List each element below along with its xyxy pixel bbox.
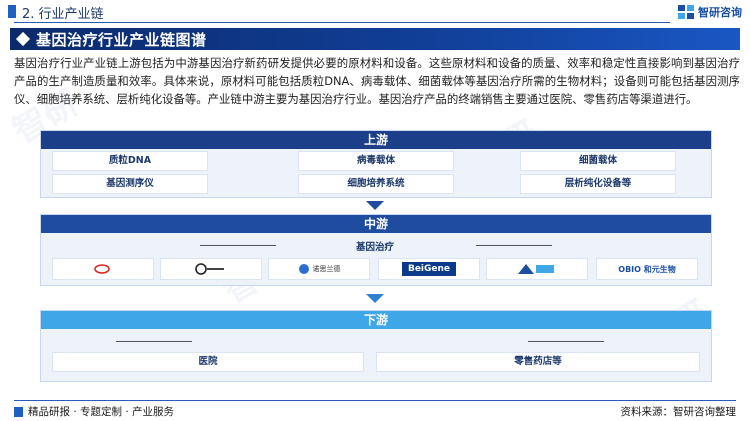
company-logo	[52, 258, 154, 280]
upstream-item: 细胞培养系统	[298, 174, 454, 194]
company-logo: OBIO 和元生物	[596, 258, 698, 280]
footer-rule	[14, 400, 736, 401]
down-arrow-icon	[366, 294, 384, 303]
midstream-title: 中游	[41, 215, 711, 233]
divider-line	[200, 245, 276, 246]
brand: 智研咨询	[678, 4, 742, 20]
top-rule	[14, 22, 670, 23]
logo-3	[298, 264, 309, 274]
top-bar: 2. 行业产业链 智研咨询	[0, 0, 750, 24]
upstream-item: 基因测序仪	[52, 174, 208, 194]
down-arrow-icon	[366, 201, 384, 210]
beigene-logo: BeiGene	[401, 262, 457, 276]
divider-line	[476, 245, 552, 246]
brand-logo-icon	[678, 5, 694, 19]
upstream-item: 质粒DNA	[52, 151, 208, 171]
diamond-icon	[15, 31, 31, 47]
midstream-subtitle: 基因治疗	[355, 242, 394, 253]
downstream-title: 下游	[41, 311, 711, 329]
downstream-item: 零售药店等	[376, 352, 700, 372]
intro-paragraph: 基因治疗行业产业链上游包括为中游基因治疗新药研发提供必要的原材料和设备。这些原材…	[14, 56, 740, 107]
company-logo: 诺思兰德	[268, 258, 370, 280]
logo-2	[194, 263, 224, 275]
footer-marker-icon	[14, 406, 23, 417]
footer-left: 精品研报 · 专题定制 · 产业服务	[14, 404, 174, 419]
upstream-item: 病毒载体	[298, 151, 454, 171]
downstream-item: 医院	[52, 352, 364, 372]
brand-name: 智研咨询	[698, 6, 742, 19]
divider-line	[528, 341, 604, 342]
source-note: 资料来源：智研咨询整理	[620, 406, 737, 418]
company-logo	[486, 258, 588, 280]
upstream-item: 层析纯化设备等	[520, 174, 676, 194]
logo-5	[517, 264, 554, 274]
upstream-item: 细菌载体	[520, 151, 676, 171]
upstream-title: 上游	[41, 131, 711, 149]
divider-line	[116, 341, 192, 342]
company-logo	[160, 258, 262, 280]
company-logo: BeiGene	[378, 258, 480, 280]
footer-tagline: 精品研报 · 专题定制 · 产业服务	[28, 406, 175, 418]
logo-1	[93, 264, 110, 274]
title-banner: 基因治疗行业产业链图谱	[10, 28, 740, 50]
page-title: 基因治疗行业产业链图谱	[36, 31, 207, 49]
obio-logo: OBIO 和元生物	[618, 264, 676, 274]
section-label: 2. 行业产业链	[22, 7, 104, 22]
section-marker	[8, 5, 16, 18]
